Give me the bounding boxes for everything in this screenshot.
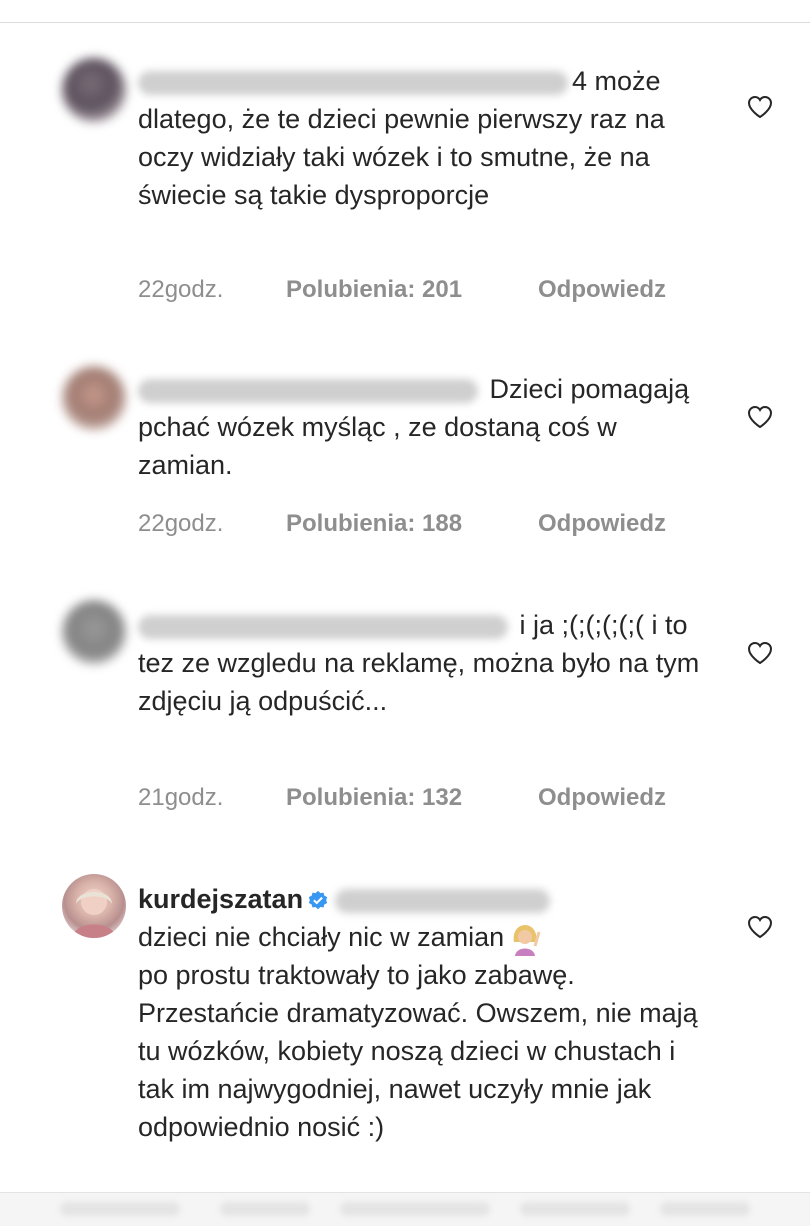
comment-text: Dzieci pomagają pchać wózek myśląc , ze … bbox=[138, 370, 718, 484]
avatar[interactable] bbox=[62, 874, 126, 938]
redacted-username[interactable] bbox=[138, 70, 568, 95]
comment-body: po prostu traktowały to jako zabawę. Prz… bbox=[138, 960, 698, 1142]
comment-meta: 21godz. Polubienia: 132 Odpowiedz bbox=[138, 784, 666, 812]
heart-icon[interactable] bbox=[746, 640, 774, 666]
likes-count[interactable]: Polubienia: 188 bbox=[286, 510, 538, 538]
mention-fragment: 4 bbox=[572, 66, 588, 96]
cropped-content bbox=[60, 1202, 180, 1216]
username-link[interactable]: kurdejszatan bbox=[138, 884, 303, 914]
verified-badge-icon bbox=[308, 890, 328, 910]
timestamp: 22godz. bbox=[138, 510, 224, 537]
heart-icon[interactable] bbox=[746, 914, 774, 940]
reply-button[interactable]: Odpowiedz bbox=[538, 784, 666, 812]
redacted-username[interactable] bbox=[138, 614, 508, 639]
redacted-mention[interactable] bbox=[335, 888, 551, 913]
comment-text: kurdejszatan dzieci nie chciały nic w za… bbox=[138, 880, 718, 1146]
comment-body-line1: dzieci nie chciały nic w zamian bbox=[138, 922, 505, 952]
cropped-content bbox=[520, 1202, 630, 1216]
reply-button[interactable]: Odpowiedz bbox=[538, 276, 666, 304]
cropped-content bbox=[660, 1202, 750, 1216]
avatar[interactable] bbox=[62, 600, 126, 664]
cropped-content bbox=[340, 1202, 490, 1216]
comment-text: i ja ;(;(;(;(;( i to tez ze wzgledu na r… bbox=[138, 606, 718, 720]
likes-count[interactable]: Polubienia: 201 bbox=[286, 276, 538, 304]
comment-meta: 22godz. Polubienia: 188 Odpowiedz bbox=[138, 510, 666, 538]
woman-raising-hand-emoji-icon bbox=[513, 924, 541, 956]
top-divider bbox=[0, 22, 810, 23]
comment-meta: 22godz. Polubienia: 201 Odpowiedz bbox=[138, 276, 666, 304]
avatar[interactable] bbox=[62, 58, 126, 122]
avatar-portrait-icon bbox=[72, 889, 116, 938]
likes-count[interactable]: Polubienia: 132 bbox=[286, 784, 538, 812]
comment-text: 4 może dlatego, że te dzieci pewnie pier… bbox=[138, 62, 718, 214]
redacted-username[interactable] bbox=[138, 378, 478, 403]
cropped-content bbox=[220, 1202, 310, 1216]
avatar[interactable] bbox=[62, 366, 126, 430]
timestamp: 21godz. bbox=[138, 784, 224, 811]
heart-icon[interactable] bbox=[746, 94, 774, 120]
timestamp: 22godz. bbox=[138, 276, 224, 303]
reply-button[interactable]: Odpowiedz bbox=[538, 510, 666, 538]
heart-icon[interactable] bbox=[746, 404, 774, 430]
